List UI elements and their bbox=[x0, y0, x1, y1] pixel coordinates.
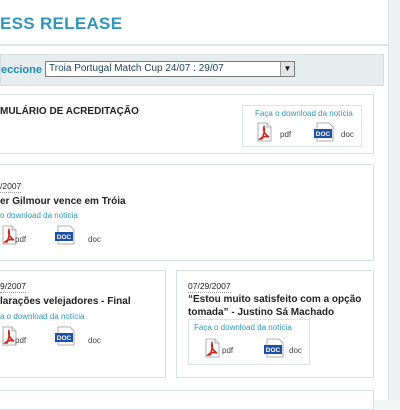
release-date: 9/2007 bbox=[0, 281, 26, 293]
release-download: a o download da notícia pdf DOC doc bbox=[0, 307, 106, 355]
release-card-partial bbox=[0, 390, 374, 410]
download-label: Faça o download da notícia bbox=[255, 109, 353, 118]
doc-icon[interactable]: DOC bbox=[54, 225, 76, 245]
pdf-label[interactable]: pdf bbox=[15, 336, 26, 345]
svg-text:DOC: DOC bbox=[266, 347, 281, 354]
doc-label[interactable]: doc bbox=[88, 235, 101, 244]
accreditation-title: MULÁRIO DE ACREDITAÇÃO bbox=[0, 106, 139, 117]
svg-text:DOC: DOC bbox=[57, 335, 72, 342]
event-select[interactable]: Troia Portugal Match Cup 24/07 : 29/07 ▼ bbox=[45, 61, 295, 77]
pdf-label[interactable]: pdf bbox=[15, 235, 26, 244]
chevron-down-icon[interactable]: ▼ bbox=[280, 62, 294, 76]
release-card: /2007 er Gilmour vence em Tróia o downlo… bbox=[0, 164, 374, 261]
doc-icon[interactable]: DOC bbox=[313, 122, 335, 142]
download-label[interactable]: Faça o download da notícia bbox=[194, 323, 292, 332]
release-date: 07/29/2007 bbox=[188, 281, 231, 293]
page-body: ESS RELEASE eccione Troia Portugal Match… bbox=[0, 0, 389, 410]
accreditation-download: Faça o download da notícia pdf DOC doc bbox=[242, 105, 362, 147]
accreditation-card: MULÁRIO DE ACREDITAÇÃO Faça o download d… bbox=[0, 94, 374, 154]
doc-label[interactable]: doc bbox=[341, 130, 354, 139]
selector-label: eccione bbox=[1, 64, 42, 76]
doc-label[interactable]: doc bbox=[88, 336, 101, 345]
release-title-line-2[interactable]: tomada” - Justino Sá Machado bbox=[188, 306, 334, 319]
release-download: o download da notícia pdf DOC doc bbox=[0, 207, 106, 255]
release-download: Faça o download da notícia pdf DOC doc bbox=[188, 319, 310, 365]
svg-text:DOC: DOC bbox=[316, 131, 331, 138]
release-card: 07/29/2007 “Estou muito satisfeito com a… bbox=[176, 270, 374, 378]
event-select-value: Troia Portugal Match Cup 24/07 : 29/07 bbox=[49, 63, 224, 74]
download-label[interactable]: o download da notícia bbox=[0, 211, 78, 220]
pdf-icon[interactable] bbox=[255, 122, 273, 142]
svg-text:DOC: DOC bbox=[57, 234, 72, 241]
pdf-icon[interactable] bbox=[203, 338, 221, 358]
download-label[interactable]: a o download da notícia bbox=[0, 312, 85, 321]
release-card: 9/2007 larações velejadores - Final a o … bbox=[0, 270, 166, 378]
doc-label[interactable]: doc bbox=[289, 346, 302, 355]
vertical-scrollbar[interactable] bbox=[388, 0, 400, 400]
doc-icon[interactable]: DOC bbox=[263, 338, 285, 358]
pdf-label[interactable]: pdf bbox=[222, 346, 233, 355]
doc-icon[interactable]: DOC bbox=[54, 326, 76, 346]
header-divider bbox=[0, 44, 388, 46]
event-selector-bar: eccione Troia Portugal Match Cup 24/07 :… bbox=[0, 54, 384, 86]
page-title: ESS RELEASE bbox=[0, 14, 123, 33]
pdf-label[interactable]: pdf bbox=[280, 130, 291, 139]
release-title-line-1[interactable]: “Estou muito satisfeito com a opção bbox=[188, 293, 361, 306]
release-date: /2007 bbox=[0, 181, 22, 193]
